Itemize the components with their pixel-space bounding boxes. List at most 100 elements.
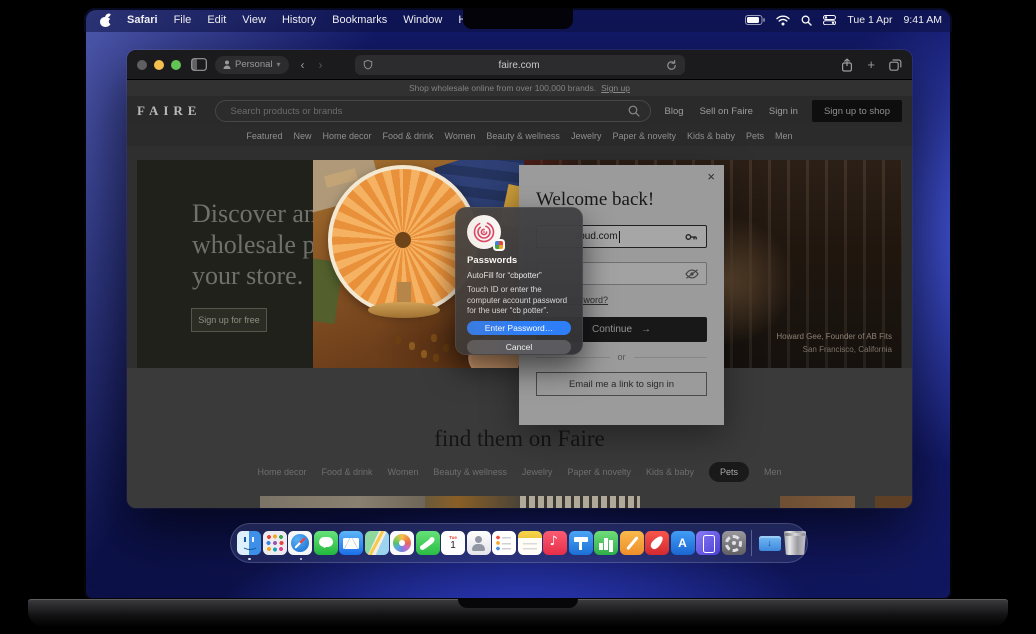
show-password-eye-icon[interactable]: [685, 268, 699, 279]
faire-logo[interactable]: FAIRE: [137, 103, 201, 119]
tortoise-pieces: [431, 334, 437, 342]
menu-app-name[interactable]: Safari: [127, 14, 158, 26]
promo-banner: Shop wholesale online from over 100,000 …: [127, 80, 912, 96]
passwords-key-icon[interactable]: [685, 231, 699, 243]
control-center-icon[interactable]: [823, 15, 837, 25]
dock-reminders-icon[interactable]: [492, 531, 516, 555]
dock-system-settings-icon[interactable]: [721, 531, 746, 555]
category-nav: Featured New Home decor Food & drink Wom…: [127, 126, 912, 146]
menu-window[interactable]: Window: [403, 14, 442, 26]
dock-rocket-icon[interactable]: [645, 531, 669, 555]
promo-signup-link[interactable]: Sign up: [601, 83, 630, 93]
nav-paper[interactable]: Paper & novelty: [612, 131, 676, 141]
dock-mail-icon[interactable]: [339, 531, 363, 555]
privacy-shield-icon[interactable]: [363, 59, 373, 71]
dock-numbers-icon[interactable]: [594, 531, 618, 555]
menu-file[interactable]: File: [174, 14, 192, 26]
battery-icon[interactable]: [745, 15, 766, 25]
dock-maps-icon[interactable]: [364, 531, 389, 555]
share-icon[interactable]: [841, 57, 853, 72]
section-heading: find them on Faire: [434, 426, 605, 451]
dock-downloads-icon[interactable]: [758, 531, 782, 555]
close-icon[interactable]: ×: [707, 169, 715, 184]
nav-jewelry[interactable]: Jewelry: [571, 131, 602, 141]
dock-messages-icon[interactable]: [313, 531, 338, 555]
reload-icon[interactable]: [666, 59, 677, 71]
dock-notes-icon[interactable]: [517, 531, 542, 555]
dock: Tue 1: [230, 523, 808, 563]
dock-pages-icon[interactable]: [619, 531, 644, 555]
product-thumbnail: [520, 496, 640, 508]
signup-to-shop-button[interactable]: Sign up to shop: [811, 100, 902, 122]
pill-women[interactable]: Women: [388, 467, 419, 477]
menu-view[interactable]: View: [242, 14, 266, 26]
passwords-app-badge-icon: [493, 239, 505, 251]
menu-bar-clock[interactable]: 9:41 AM: [903, 14, 942, 26]
address-bar[interactable]: faire.com: [354, 55, 685, 75]
safari-running-indicator: [299, 557, 302, 560]
new-tab-icon[interactable]: +: [867, 58, 875, 71]
dock-finder-icon[interactable]: [237, 531, 261, 555]
dock-calendar-icon[interactable]: Tue 1: [441, 531, 465, 555]
dock-launchpad-icon[interactable]: [262, 531, 287, 555]
header-link-signin[interactable]: Sign in: [769, 106, 798, 117]
text-caret: [618, 230, 620, 243]
dialog-body-text: Touch ID or enter the computer account p…: [467, 285, 568, 315]
menu-bar-date[interactable]: Tue 1 Apr: [847, 14, 892, 26]
profile-chip[interactable]: Personal ▾: [215, 55, 289, 74]
signup-free-button[interactable]: Sign up for free: [191, 308, 267, 332]
nav-men[interactable]: Men: [775, 131, 793, 141]
minimize-window-button[interactable]: [154, 59, 164, 70]
pill-jewelry[interactable]: Jewelry: [522, 467, 553, 477]
pill-pets-active[interactable]: Pets: [709, 462, 750, 482]
nav-beauty[interactable]: Beauty & wellness: [486, 131, 560, 141]
email-link-button[interactable]: Email me a link to sign in: [536, 372, 707, 396]
category-pills: Home decor Food & drink Women Beauty & w…: [127, 462, 912, 482]
nav-pets[interactable]: Pets: [746, 131, 764, 141]
menu-bookmarks[interactable]: Bookmarks: [332, 14, 387, 26]
dock-music-icon[interactable]: [543, 531, 567, 555]
menu-edit[interactable]: Edit: [207, 14, 226, 26]
pill-beauty[interactable]: Beauty & wellness: [433, 467, 507, 477]
lamp-base: [368, 302, 440, 318]
zoom-window-button[interactable]: [171, 59, 181, 70]
nav-home-decor[interactable]: Home decor: [322, 131, 371, 141]
nav-women[interactable]: Women: [445, 131, 476, 141]
search-input[interactable]: [216, 105, 628, 117]
macbook-chassis: [28, 599, 1008, 627]
dock-phone-icon[interactable]: [415, 531, 440, 555]
nav-kids[interactable]: Kids & baby: [687, 131, 735, 141]
fan-hub: [395, 232, 411, 248]
back-button[interactable]: ‹: [301, 58, 305, 72]
cancel-button[interactable]: Cancel: [467, 339, 571, 354]
pill-men[interactable]: Men: [764, 467, 782, 477]
dock-photos-icon[interactable]: [390, 531, 414, 555]
pill-home-decor[interactable]: Home decor: [257, 467, 306, 477]
header-link-sell[interactable]: Sell on Faire: [700, 106, 753, 117]
wifi-icon[interactable]: [776, 14, 791, 26]
promo-banner-text: Shop wholesale online from over 100,000 …: [409, 83, 597, 93]
dock-trash-icon[interactable]: [783, 531, 807, 555]
pill-kids[interactable]: Kids & baby: [646, 467, 694, 477]
forward-button[interactable]: ›: [319, 58, 323, 72]
close-window-button[interactable]: [137, 59, 147, 70]
nav-food-drink[interactable]: Food & drink: [383, 131, 434, 141]
hero-heading-line1: Discover and buy: [192, 199, 313, 228]
sidebar-toggle-icon[interactable]: [191, 58, 207, 71]
spotlight-search-icon[interactable]: [801, 15, 813, 26]
apple-menu-icon[interactable]: [100, 11, 111, 27]
tab-overview-icon[interactable]: [889, 58, 902, 71]
dock-iphone-mirroring-icon[interactable]: [696, 531, 720, 555]
enter-password-button[interactable]: Enter Password…: [467, 320, 571, 335]
dock-app-store-icon[interactable]: [670, 531, 695, 555]
search-field[interactable]: [215, 100, 651, 122]
menu-history[interactable]: History: [282, 14, 316, 26]
pill-food-drink[interactable]: Food & drink: [321, 467, 372, 477]
pill-paper[interactable]: Paper & novelty: [567, 467, 631, 477]
dock-contacts-icon[interactable]: [466, 531, 491, 555]
dock-safari-icon[interactable]: [288, 531, 312, 555]
header-link-blog[interactable]: Blog: [665, 106, 684, 117]
nav-featured[interactable]: Featured: [246, 131, 282, 141]
dock-keynote-icon[interactable]: [568, 531, 593, 555]
nav-new[interactable]: New: [293, 131, 311, 141]
